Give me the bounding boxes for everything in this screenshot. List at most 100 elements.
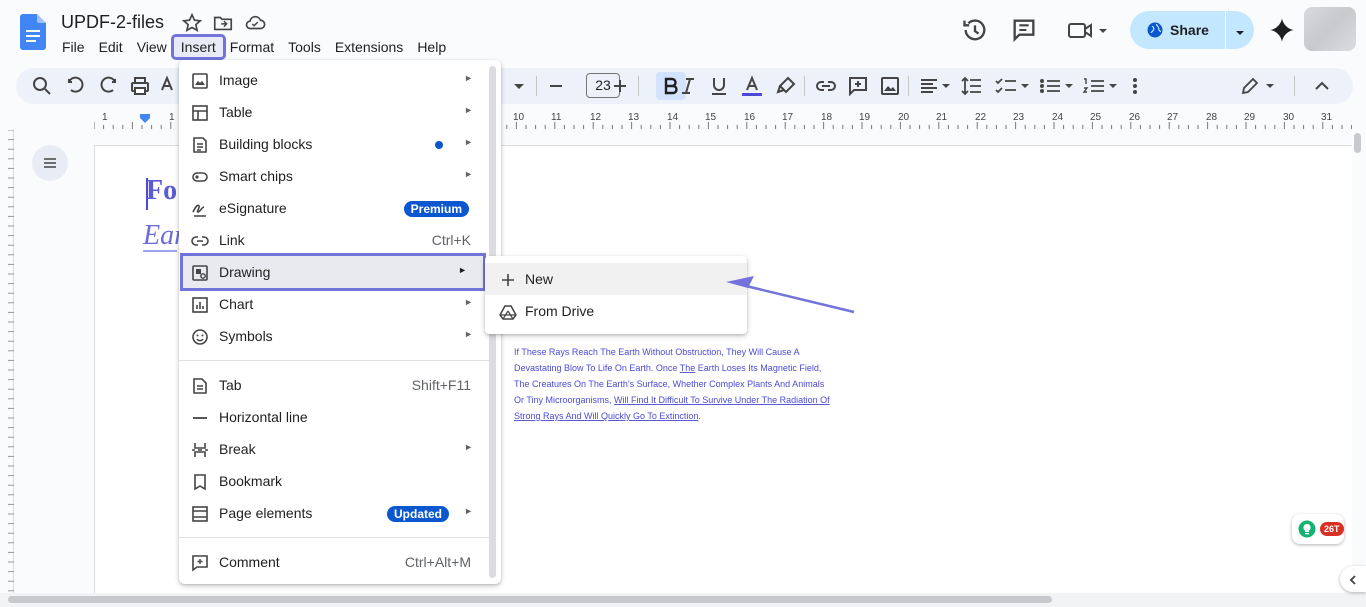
insert-link-icon[interactable]	[814, 74, 838, 98]
gemini-sparkle-icon[interactable]	[1268, 16, 1296, 44]
grammar-count: 26T	[1320, 522, 1344, 536]
insert-menu-item-page-elements[interactable]: Page elements Updated ►	[179, 497, 489, 529]
italic-icon[interactable]	[676, 74, 700, 98]
submenu-arrow-icon: ►	[464, 105, 473, 115]
search-menus-icon[interactable]	[30, 74, 54, 98]
toolbar-divider	[638, 76, 639, 96]
insert-menu-item-link[interactable]: Link Ctrl+K	[179, 224, 489, 256]
print-icon[interactable]	[128, 74, 152, 98]
grammar-extension-badge[interactable]: 26T	[1292, 514, 1344, 544]
version-history-icon[interactable]	[961, 16, 989, 44]
align-icon[interactable]	[918, 74, 952, 98]
avatar[interactable]	[1304, 7, 1356, 51]
drawing-submenu-item-new[interactable]: New	[485, 263, 747, 295]
menu-view[interactable]: View	[130, 37, 174, 57]
comments-icon[interactable]	[1010, 16, 1038, 44]
docs-logo-icon[interactable]	[20, 14, 46, 50]
spellcheck-icon[interactable]	[160, 74, 178, 98]
redo-icon[interactable]	[96, 74, 120, 98]
menu-item-label: Page elements	[219, 505, 313, 521]
body-text-segment: .	[698, 411, 701, 421]
ruler-number: 13	[628, 112, 640, 123]
insert-menu-item-esignature[interactable]: eSignature Premium	[179, 192, 489, 224]
insert-menu-item-table[interactable]: Table ►	[179, 96, 489, 128]
insert-menu-item-drawing[interactable]: Drawing ►	[180, 253, 486, 291]
insert-menu-item-break[interactable]: Break ►	[179, 433, 489, 465]
share-button[interactable]: Share	[1130, 11, 1225, 49]
table-icon	[191, 104, 209, 122]
insert-menu-item-image[interactable]: Image ►	[179, 64, 489, 96]
menubar: File Edit View Insert Format Tools Exten…	[55, 34, 453, 60]
highlight-color-icon[interactable]	[774, 74, 798, 98]
globe-icon	[1146, 21, 1164, 39]
menu-insert[interactable]: Insert	[170, 34, 226, 60]
bulleted-list-icon[interactable]	[1038, 74, 1076, 98]
ruler-number: 27	[1167, 112, 1179, 123]
numbered-list-icon[interactable]	[1082, 74, 1120, 98]
insert-menu-item-building-blocks[interactable]: Building blocks ►	[179, 128, 489, 160]
ruler-number: 12	[590, 112, 602, 123]
menu-edit[interactable]: Edit	[92, 37, 130, 57]
font-dropdown-caret-icon[interactable]	[512, 74, 526, 98]
document-outline-button[interactable]	[32, 145, 68, 181]
text-color-icon[interactable]	[740, 74, 764, 98]
horizontal-scrollbar-thumb[interactable]	[8, 596, 1052, 603]
insert-menu-item-comment[interactable]: Comment Ctrl+Alt+M	[179, 546, 489, 578]
document-title[interactable]: UPDF-2-files	[61, 12, 164, 33]
drawing-submenu-item-from-drive[interactable]: From Drive	[485, 295, 747, 327]
menu-item-label: Break	[219, 441, 256, 457]
horizontal-scrollbar[interactable]	[0, 593, 1366, 607]
underline-icon[interactable]	[707, 74, 731, 98]
link-icon	[191, 232, 209, 250]
menu-tools[interactable]: Tools	[281, 37, 328, 57]
more-options-icon[interactable]	[1128, 74, 1142, 98]
side-panel-toggle[interactable]	[1340, 566, 1366, 592]
star-icon[interactable]	[181, 12, 203, 34]
vertical-scrollbar-thumb[interactable]	[1354, 133, 1361, 153]
menu-help[interactable]: Help	[410, 37, 453, 57]
menu-file[interactable]: File	[55, 37, 92, 57]
document-heading[interactable]: Fo	[146, 175, 177, 207]
annotation-arrow-icon	[720, 268, 860, 318]
add-comment-icon[interactable]	[846, 74, 870, 98]
submenu-arrow-icon: ►	[458, 265, 467, 275]
line-spacing-icon[interactable]	[960, 74, 984, 98]
insert-menu-item-tab[interactable]: Tab Shift+F11	[179, 369, 489, 401]
ruler-number: 31	[1321, 112, 1333, 123]
insert-menu-item-horizontal-line[interactable]: Horizontal line	[179, 401, 489, 433]
insert-menu-item-smart-chips[interactable]: Smart chips ►	[179, 160, 489, 192]
undo-icon[interactable]	[64, 74, 88, 98]
insert-menu-item-symbols[interactable]: Symbols ►	[179, 320, 489, 352]
menu-item-label: Smart chips	[219, 168, 293, 184]
insert-menu-item-bookmark[interactable]: Bookmark	[179, 465, 489, 497]
menu-format[interactable]: Format	[223, 37, 281, 57]
drive-icon	[499, 303, 517, 321]
collapse-menus-icon[interactable]	[1310, 74, 1334, 98]
submenu-arrow-icon: ►	[464, 329, 473, 339]
menu-item-label: Image	[219, 72, 258, 88]
premium-badge: Premium	[403, 201, 469, 217]
caret-down-icon	[1235, 25, 1245, 35]
cloud-status-icon[interactable]	[244, 12, 266, 34]
lightbulb-icon	[1298, 520, 1316, 538]
meet-icon[interactable]	[1066, 16, 1110, 44]
toolbar-divider	[536, 76, 537, 96]
break-icon	[191, 441, 209, 459]
editing-mode-icon[interactable]	[1238, 74, 1278, 98]
checklist-icon[interactable]	[994, 74, 1032, 98]
decrease-font-size-icon[interactable]	[544, 74, 568, 98]
document-body-paragraph[interactable]: If These Rays Reach The Earth Without Ob…	[514, 344, 834, 424]
ruler-number: 22	[975, 112, 987, 123]
insert-menu-item-chart[interactable]: Chart ►	[179, 288, 489, 320]
menu-item-label: Link	[219, 232, 245, 248]
increase-font-size-icon[interactable]	[608, 74, 632, 98]
image-icon	[191, 72, 209, 90]
submenu-item-label: New	[525, 271, 554, 287]
indent-marker-icon[interactable]	[140, 114, 150, 124]
move-folder-icon[interactable]	[212, 12, 234, 34]
smart-chips-icon	[191, 168, 209, 186]
insert-image-icon[interactable]	[878, 74, 902, 98]
share-dropdown-button[interactable]	[1225, 11, 1254, 49]
ruler-number: 18	[821, 112, 833, 123]
menu-extensions[interactable]: Extensions	[328, 37, 410, 57]
